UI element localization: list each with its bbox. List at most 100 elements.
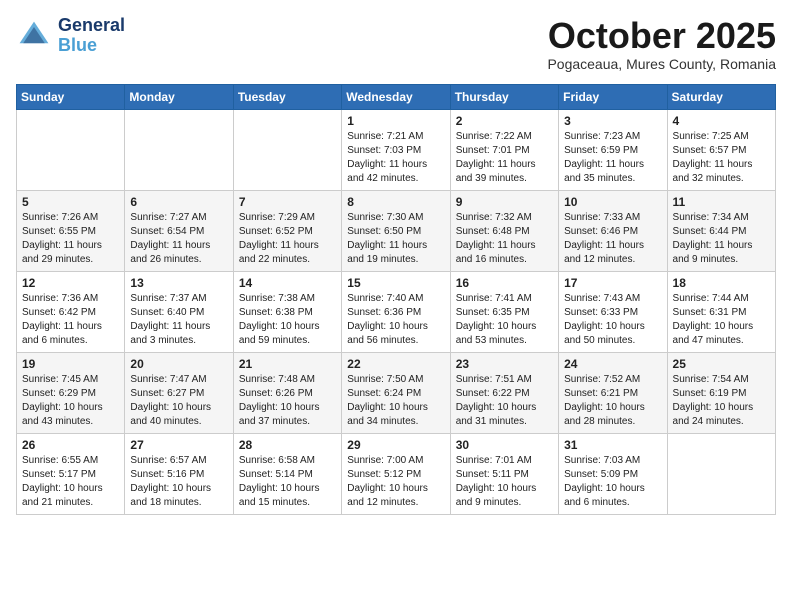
header-tuesday: Tuesday [233, 84, 341, 109]
day-number: 9 [456, 195, 553, 209]
logo-name: General Blue [58, 16, 125, 56]
day-info: Sunrise: 7:43 AM Sunset: 6:33 PM Dayligh… [564, 292, 661, 348]
day-info: Sunrise: 7:29 AM Sunset: 6:52 PM Dayligh… [239, 211, 336, 267]
day-info: Sunrise: 6:58 AM Sunset: 5:14 PM Dayligh… [239, 454, 336, 510]
day-number: 29 [347, 438, 444, 452]
calendar-week-2: 5Sunrise: 7:26 AM Sunset: 6:55 PM Daylig… [17, 190, 776, 271]
calendar-cell: 25 Sunrise: 7:54 AM Sunset: 6:19 PM Dayli… [667, 352, 775, 433]
calendar-cell: 12 Sunrise: 7:36 AM Sunset: 6:42 PM Dayli… [17, 271, 125, 352]
day-number: 15 [347, 276, 444, 290]
calendar-cell: 10 Sunrise: 7:33 AM Sunset: 6:46 PM Dayli… [559, 190, 667, 271]
day-info: Sunrise: 7:51 AM Sunset: 6:22 PM Dayligh… [456, 373, 553, 429]
day-info: Sunrise: 6:57 AM Sunset: 5:16 PM Dayligh… [130, 454, 227, 510]
month-title: October 2025 [547, 16, 776, 56]
calendar-cell [667, 433, 775, 514]
header-friday: Friday [559, 84, 667, 109]
day-number: 18 [673, 276, 770, 290]
day-info: Sunrise: 7:50 AM Sunset: 6:24 PM Dayligh… [347, 373, 444, 429]
day-number: 11 [673, 195, 770, 209]
day-info: Sunrise: 7:37 AM Sunset: 6:40 PM Dayligh… [130, 292, 227, 348]
calendar-cell: 7 Sunrise: 7:29 AM Sunset: 6:52 PM Daylig… [233, 190, 341, 271]
day-number: 12 [22, 276, 119, 290]
logo-general-text: General [58, 16, 125, 36]
page-header: General Blue October 2025 Pogaceaua, Mur… [16, 16, 776, 72]
day-number: 14 [239, 276, 336, 290]
day-number: 2 [456, 114, 553, 128]
day-number: 10 [564, 195, 661, 209]
day-number: 16 [456, 276, 553, 290]
calendar-cell: 18 Sunrise: 7:44 AM Sunset: 6:31 PM Dayli… [667, 271, 775, 352]
day-number: 3 [564, 114, 661, 128]
day-number: 19 [22, 357, 119, 371]
day-info: Sunrise: 7:22 AM Sunset: 7:01 PM Dayligh… [456, 130, 553, 186]
day-number: 13 [130, 276, 227, 290]
calendar-cell: 29Sunrise: 7:00 AM Sunset: 5:12 PM Dayli… [342, 433, 450, 514]
calendar-cell: 3 Sunrise: 7:23 AM Sunset: 6:59 PM Daylig… [559, 109, 667, 190]
day-info: Sunrise: 7:45 AM Sunset: 6:29 PM Dayligh… [22, 373, 119, 429]
calendar-cell: 2 Sunrise: 7:22 AM Sunset: 7:01 PM Daylig… [450, 109, 558, 190]
day-number: 17 [564, 276, 661, 290]
calendar-cell: 19 Sunrise: 7:45 AM Sunset: 6:29 PM Dayli… [17, 352, 125, 433]
day-info: Sunrise: 7:54 AM Sunset: 6:19 PM Dayligh… [673, 373, 770, 429]
day-number: 20 [130, 357, 227, 371]
calendar-cell: 21Sunrise: 7:48 AM Sunset: 6:26 PM Dayli… [233, 352, 341, 433]
header-thursday: Thursday [450, 84, 558, 109]
calendar-cell: 13 Sunrise: 7:37 AM Sunset: 6:40 PM Dayli… [125, 271, 233, 352]
calendar-cell: 16Sunrise: 7:41 AM Sunset: 6:35 PM Dayli… [450, 271, 558, 352]
day-info: Sunrise: 7:34 AM Sunset: 6:44 PM Dayligh… [673, 211, 770, 267]
day-number: 21 [239, 357, 336, 371]
day-info: Sunrise: 7:27 AM Sunset: 6:54 PM Dayligh… [130, 211, 227, 267]
day-number: 25 [673, 357, 770, 371]
calendar-cell: 1 Sunrise: 7:21 AM Sunset: 7:03 PM Daylig… [342, 109, 450, 190]
day-info: Sunrise: 7:52 AM Sunset: 6:21 PM Dayligh… [564, 373, 661, 429]
day-number: 7 [239, 195, 336, 209]
day-info: Sunrise: 7:40 AM Sunset: 6:36 PM Dayligh… [347, 292, 444, 348]
day-number: 24 [564, 357, 661, 371]
day-number: 5 [22, 195, 119, 209]
calendar-cell: 17 Sunrise: 7:43 AM Sunset: 6:33 PM Dayli… [559, 271, 667, 352]
day-info: Sunrise: 7:44 AM Sunset: 6:31 PM Dayligh… [673, 292, 770, 348]
day-number: 30 [456, 438, 553, 452]
logo: General Blue [16, 16, 125, 56]
header-monday: Monday [125, 84, 233, 109]
day-number: 22 [347, 357, 444, 371]
calendar-cell [233, 109, 341, 190]
calendar-week-3: 12 Sunrise: 7:36 AM Sunset: 6:42 PM Dayli… [17, 271, 776, 352]
day-number: 31 [564, 438, 661, 452]
header-saturday: Saturday [667, 84, 775, 109]
day-number: 4 [673, 114, 770, 128]
logo-icon [16, 18, 52, 54]
header-sunday: Sunday [17, 84, 125, 109]
day-info: Sunrise: 7:36 AM Sunset: 6:42 PM Dayligh… [22, 292, 119, 348]
calendar-cell: 24 Sunrise: 7:52 AM Sunset: 6:21 PM Dayli… [559, 352, 667, 433]
day-number: 6 [130, 195, 227, 209]
calendar-week-4: 19 Sunrise: 7:45 AM Sunset: 6:29 PM Dayli… [17, 352, 776, 433]
calendar-cell: 26 Sunrise: 6:55 AM Sunset: 5:17 PM Dayli… [17, 433, 125, 514]
day-info: Sunrise: 7:33 AM Sunset: 6:46 PM Dayligh… [564, 211, 661, 267]
day-info: Sunrise: 7:38 AM Sunset: 6:38 PM Dayligh… [239, 292, 336, 348]
calendar-cell: 8 Sunrise: 7:30 AM Sunset: 6:50 PM Daylig… [342, 190, 450, 271]
calendar-week-5: 26 Sunrise: 6:55 AM Sunset: 5:17 PM Dayli… [17, 433, 776, 514]
calendar-cell: 14 Sunrise: 7:38 AM Sunset: 6:38 PM Dayli… [233, 271, 341, 352]
calendar-cell [17, 109, 125, 190]
calendar-cell: 5Sunrise: 7:26 AM Sunset: 6:55 PM Daylig… [17, 190, 125, 271]
day-number: 1 [347, 114, 444, 128]
day-number: 28 [239, 438, 336, 452]
day-info: Sunrise: 7:25 AM Sunset: 6:57 PM Dayligh… [673, 130, 770, 186]
calendar-cell: 6 Sunrise: 7:27 AM Sunset: 6:54 PM Daylig… [125, 190, 233, 271]
day-info: Sunrise: 7:30 AM Sunset: 6:50 PM Dayligh… [347, 211, 444, 267]
day-info: Sunrise: 7:03 AM Sunset: 5:09 PM Dayligh… [564, 454, 661, 510]
calendar-cell: 22 Sunrise: 7:50 AM Sunset: 6:24 PM Dayli… [342, 352, 450, 433]
calendar-cell: 31 Sunrise: 7:03 AM Sunset: 5:09 PM Dayli… [559, 433, 667, 514]
day-info: Sunrise: 7:21 AM Sunset: 7:03 PM Dayligh… [347, 130, 444, 186]
day-info: Sunrise: 7:47 AM Sunset: 6:27 PM Dayligh… [130, 373, 227, 429]
calendar-cell: 23Sunrise: 7:51 AM Sunset: 6:22 PM Dayli… [450, 352, 558, 433]
day-number: 8 [347, 195, 444, 209]
calendar-cell: 4 Sunrise: 7:25 AM Sunset: 6:57 PM Daylig… [667, 109, 775, 190]
calendar-cell: 11 Sunrise: 7:34 AM Sunset: 6:44 PM Dayli… [667, 190, 775, 271]
day-number: 26 [22, 438, 119, 452]
location-subtitle: Pogaceaua, Mures County, Romania [547, 56, 776, 72]
day-info: Sunrise: 6:55 AM Sunset: 5:17 PM Dayligh… [22, 454, 119, 510]
day-info: Sunrise: 7:23 AM Sunset: 6:59 PM Dayligh… [564, 130, 661, 186]
calendar-cell: 30Sunrise: 7:01 AM Sunset: 5:11 PM Dayli… [450, 433, 558, 514]
